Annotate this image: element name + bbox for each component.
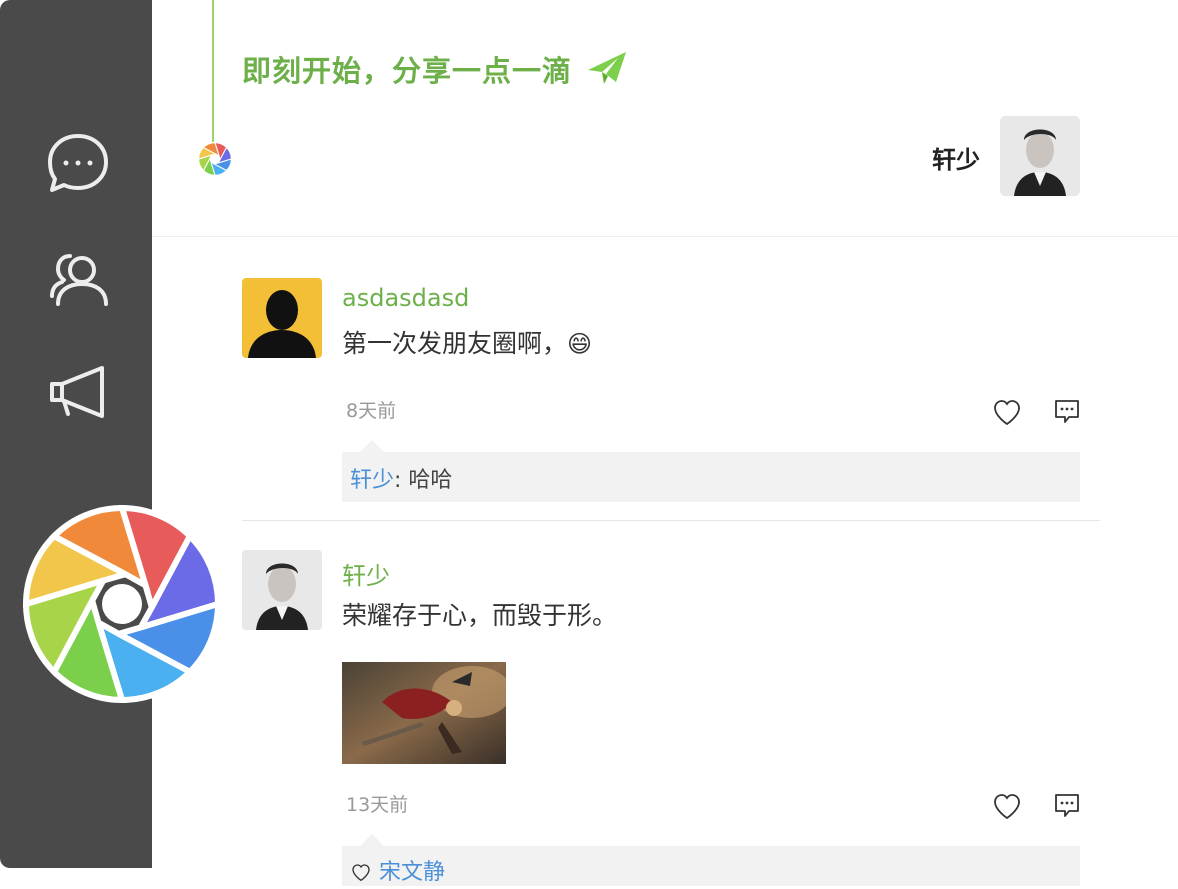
avatar[interactable] xyxy=(242,550,322,630)
comment-box-arrow xyxy=(360,440,384,452)
header-divider xyxy=(152,236,1178,237)
sidebar xyxy=(0,0,152,868)
like-heart-small-icon xyxy=(350,863,372,883)
comment-text: 哈哈 xyxy=(408,468,453,493)
shutter-center xyxy=(211,155,219,163)
comment-box: 轩少: 哈哈 xyxy=(342,440,1080,502)
slogan: 即刻开始，分享一点一滴 xyxy=(242,48,628,90)
post: asdasdasd 第一次发朋友圈啊，😄 8天前 轩少: 哈哈 xyxy=(242,278,1100,508)
post-image[interactable] xyxy=(342,662,506,764)
comment-box: 宋文静 xyxy=(342,834,1080,886)
slogan-text: 即刻开始，分享一点一滴 xyxy=(242,54,573,88)
post-time: 13天前 xyxy=(346,794,409,816)
avatar[interactable] xyxy=(242,278,322,358)
post-username[interactable]: asdasdasd xyxy=(342,284,469,312)
timeline-line xyxy=(212,0,214,142)
post-divider xyxy=(242,520,1100,521)
shutter-logo-small-icon xyxy=(198,142,232,176)
comment-icon[interactable] xyxy=(1052,790,1082,820)
comment: 轩少: 哈哈 xyxy=(350,462,452,494)
comment-box-arrow xyxy=(360,834,384,846)
post-text-content: 第一次发朋友圈啊， xyxy=(342,329,568,358)
megaphone-icon[interactable] xyxy=(44,358,112,426)
post-text: 荣耀存于心，而毁于形。 xyxy=(342,601,618,630)
grin-emoji-icon: 😄 xyxy=(567,330,593,358)
current-user-avatar[interactable] xyxy=(1000,116,1080,196)
post-text: 第一次发朋友圈啊，😄 xyxy=(342,324,592,360)
contacts-icon[interactable] xyxy=(44,244,112,312)
comment-user[interactable]: 宋文静 xyxy=(379,860,445,885)
paper-plane-icon[interactable] xyxy=(586,50,628,88)
current-user-name: 轩少 xyxy=(932,146,980,174)
main-content: 即刻开始，分享一点一滴 轩少 asdasdasd 第一次发朋友圈啊，😄 8天前 … xyxy=(152,0,1178,886)
post-username[interactable]: 轩少 xyxy=(342,556,390,591)
comment-user[interactable]: 轩少 xyxy=(350,468,394,493)
comment-icon[interactable] xyxy=(1052,396,1082,426)
post: 轩少 荣耀存于心，而毁于形。 13天前 宋文静 xyxy=(242,550,1100,886)
chat-bubble-icon[interactable] xyxy=(44,130,112,198)
post-time: 8天前 xyxy=(346,400,397,422)
comment: 宋文静 xyxy=(350,854,445,886)
shutter-center xyxy=(102,584,142,624)
like-heart-icon[interactable] xyxy=(992,398,1022,428)
comment-separator: : xyxy=(394,468,409,493)
like-heart-icon[interactable] xyxy=(992,792,1022,822)
